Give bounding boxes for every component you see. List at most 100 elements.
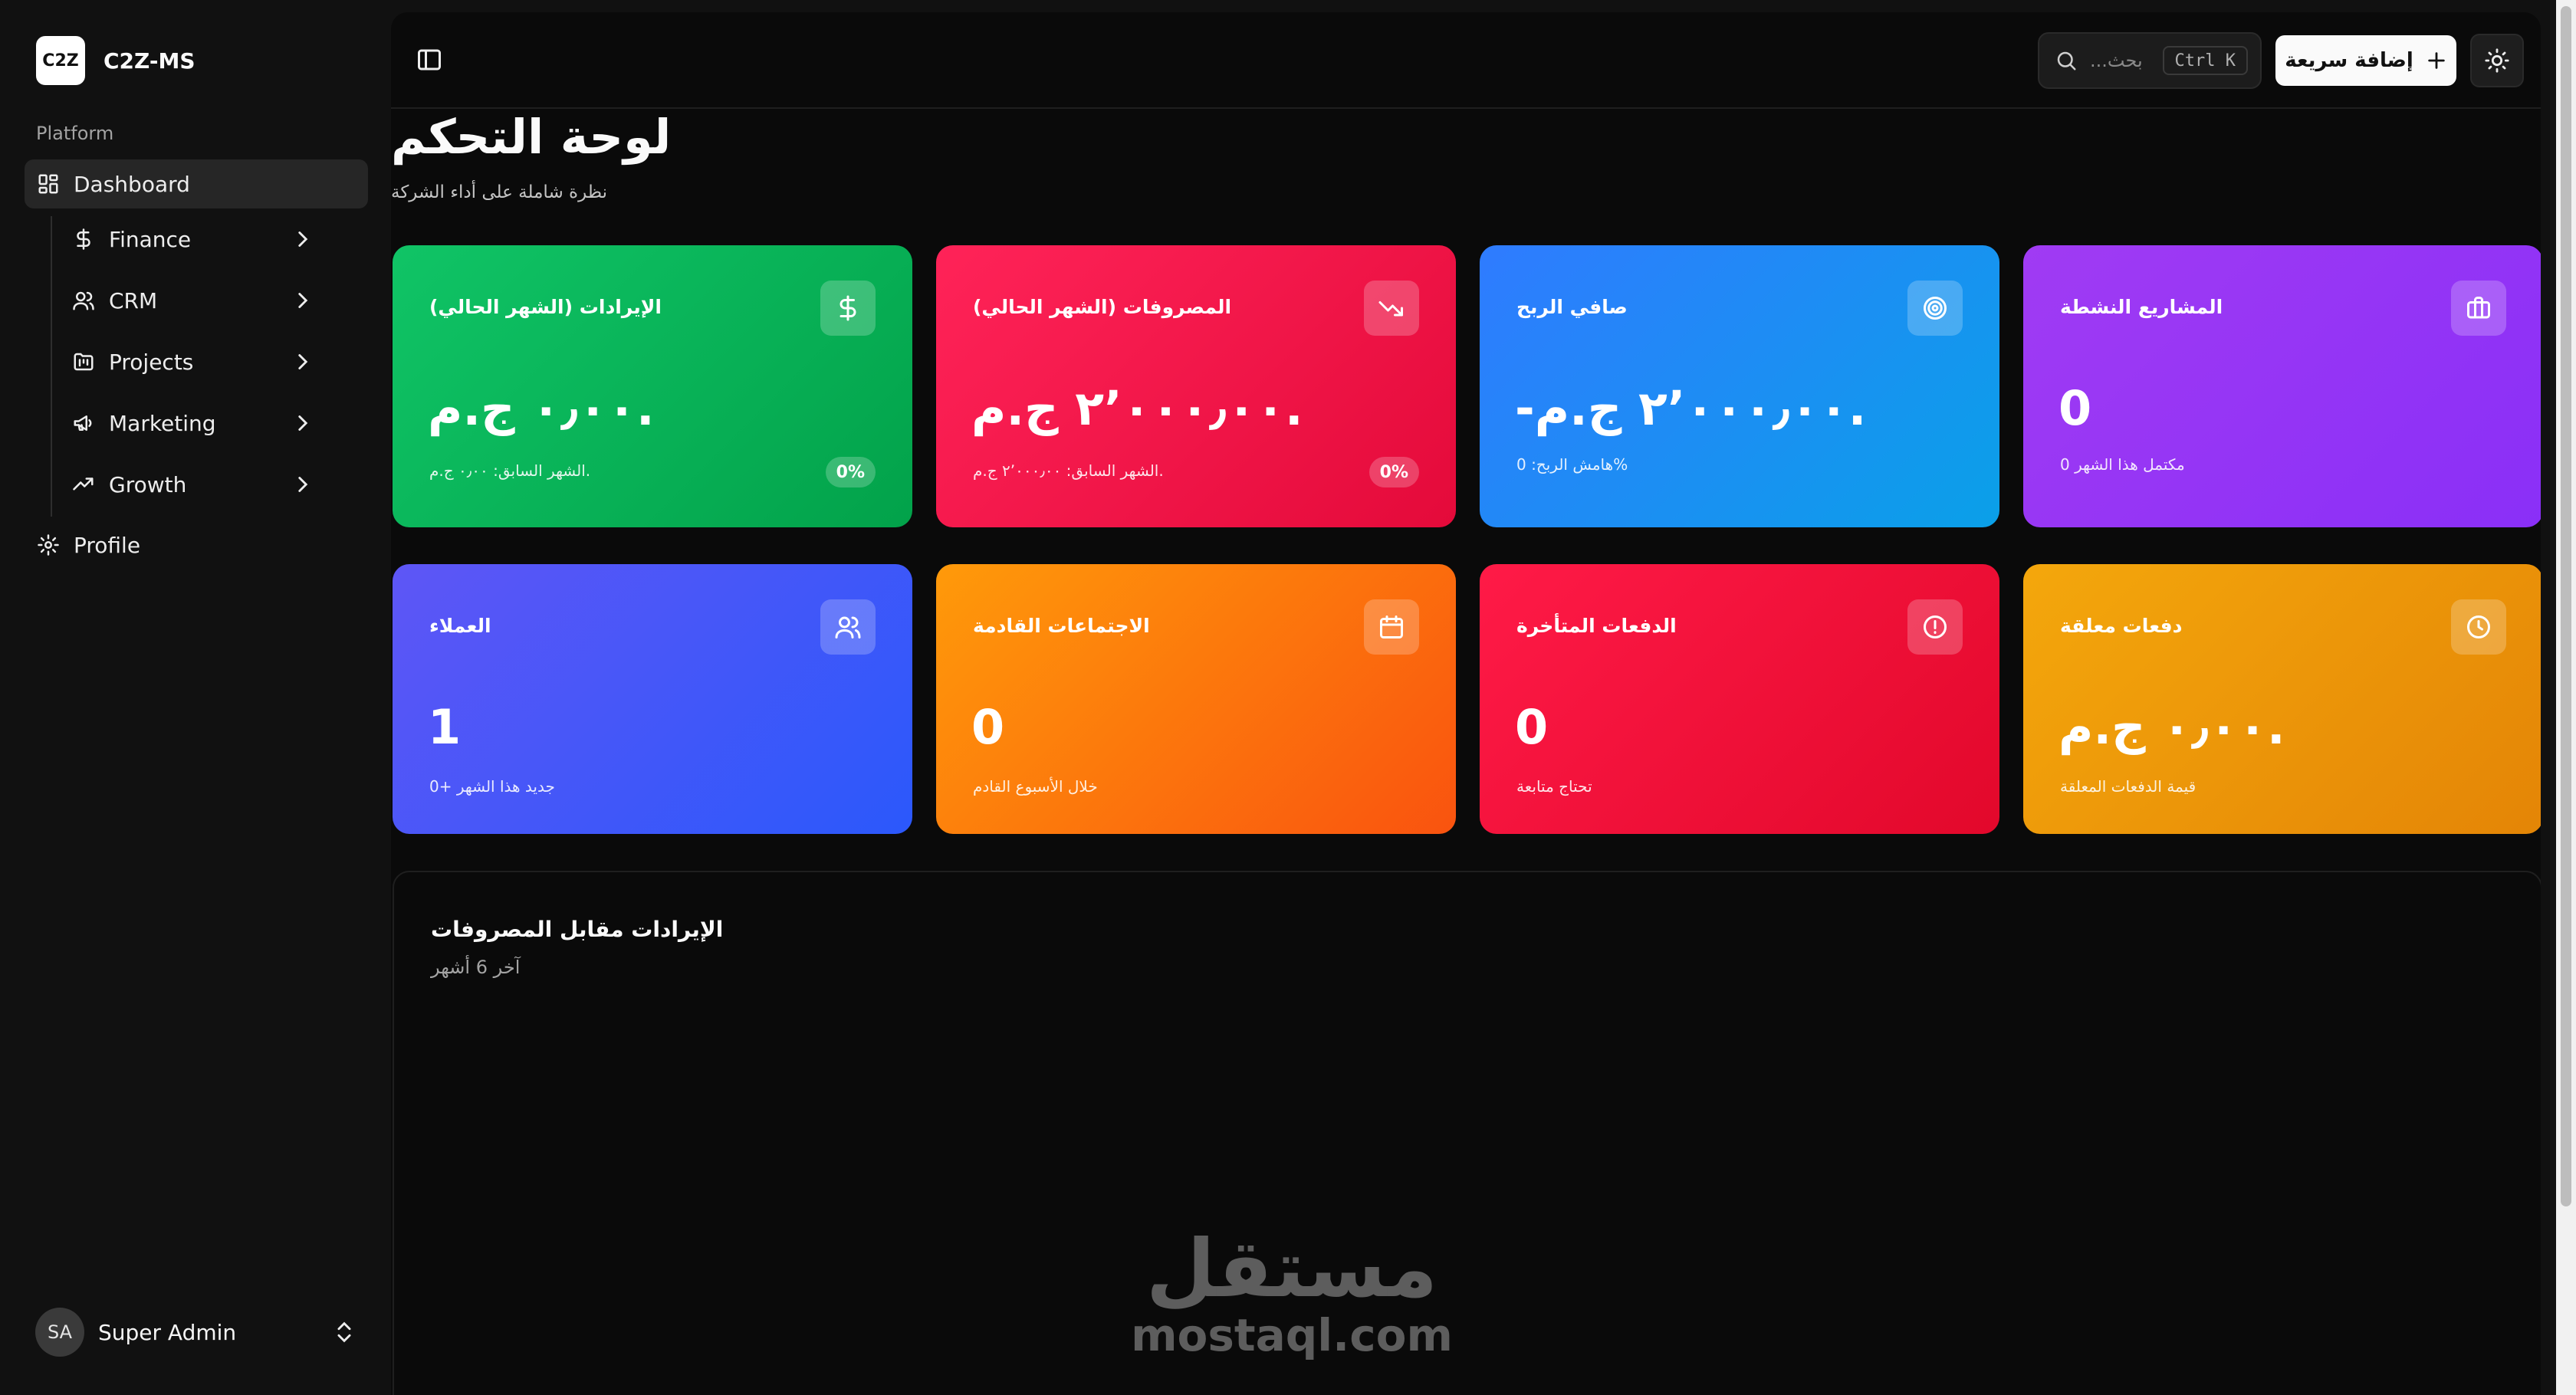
alert-circle-icon [1907,599,1963,655]
sun-icon [2484,48,2510,74]
card-value: ٠٫٠٠ ج.م. [2058,699,2285,755]
stat-card-net-profit[interactable]: صافي الربح -٢٬٠٠٠٫٠٠ ج.م. هامش الربح: 0% [1480,245,1999,527]
sidebar-item-label: Projects [109,349,194,375]
sidebar-item-profile[interactable]: Profile [35,520,140,569]
dashboard-grid-icon [35,171,61,197]
search-shortcut: Ctrl K [2162,46,2248,75]
user-name: Super Admin [98,1319,237,1345]
card-title: الدفعات المتأخرة [1516,615,1677,637]
stat-card-active-projects[interactable]: المشاريع النشطة 0 مكتمل هذا الشهر 0 [2023,245,2541,527]
sidebar-item-crm[interactable]: CRM [71,276,316,325]
card-value: 0 [2058,380,2094,436]
main-content: ...بحث Ctrl K إضافة سريعة لوحة التحكم نظ… [391,12,2541,1395]
trending-down-icon [1364,281,1419,336]
sidebar-item-label: Finance [109,226,192,252]
chevron-right-icon [290,226,316,252]
sidebar-group-label: Platform [36,123,114,144]
card-value: 1 [428,699,463,755]
page-title: لوحة التحكم [391,109,672,165]
card-value: -٢٬٠٠٠٫٠٠ ج.م. [1515,380,1867,436]
sidebar-item-label: Growth [109,471,187,497]
sidebar-item-label: CRM [109,287,158,313]
card-value: ٠٫٠٠ ج.م. [428,380,655,436]
folder-kanban-icon [71,349,97,375]
card-value: ٢٬٠٠٠٫٠٠ ج.م. [971,380,1303,436]
search-input[interactable]: ...بحث Ctrl K [2038,32,2262,89]
sidebar-item-growth[interactable]: Growth [71,460,316,509]
stat-card-expenses[interactable]: المصروفات (الشهر الحالي) ٢٬٠٠٠٫٠٠ ج.م. ا… [936,245,1456,527]
brand-logo: C2Z [36,36,85,85]
quick-add-button[interactable]: إضافة سريعة [2275,35,2456,86]
dollar-icon [820,281,876,336]
page-subtitle: نظرة شاملة على أداء الشركة [391,182,608,202]
sidebar-item-label: Marketing [109,410,216,436]
users-icon [71,287,97,313]
brand[interactable]: C2Z C2Z-MS [36,36,196,85]
chevron-right-icon [290,410,316,436]
card-title: الإيرادات (الشهر الحالي) [429,296,662,318]
sidebar-item-label: Dashboard [74,171,190,197]
card-note: الشهر السابق: ٠٫٠٠ ج.م. [429,461,591,480]
card-note: الشهر السابق: ٢٬٠٠٠٫٠٠ ج.م. [973,461,1164,480]
scrollbar-thumb[interactable] [2561,6,2571,1206]
chevron-right-icon [290,349,316,375]
chart-title: الإيرادات مقابل المصروفات [431,917,724,942]
sidebar-item-projects[interactable]: Projects [71,337,316,386]
card-note: قيمة الدفعات المعلقة [2060,777,2196,796]
sidebar: C2Z C2Z-MS Platform Dashboard Finance CR… [0,0,391,1395]
stat-card-clients[interactable]: العملاء 1 جديد هذا الشهر +0 [393,564,912,834]
quick-add-label: إضافة سريعة [2285,49,2413,72]
stat-card-revenue[interactable]: الإيرادات (الشهر الحالي) ٠٫٠٠ ج.م. الشهر… [393,245,912,527]
search-placeholder: ...بحث [2090,50,2143,71]
card-note: تحتاج متابعة [1516,777,1592,796]
sidebar-item-marketing[interactable]: Marketing [71,399,316,448]
sidebar-subnav-line [51,216,52,517]
page-scrollbar[interactable] [2556,0,2576,1395]
card-title: صافي الربح [1516,296,1628,318]
sidebar-item-dashboard[interactable]: Dashboard [25,159,368,208]
chevron-right-icon [290,287,316,313]
card-note: هامش الربح: 0% [1516,455,1628,474]
card-title: دفعات معلقة [2060,615,2183,637]
chart-subtitle: آخر 6 أشهر [431,957,521,978]
change-badge: 0% [825,457,876,487]
theme-toggle-button[interactable] [2470,34,2524,87]
change-badge: 0% [1368,457,1419,487]
stat-card-upcoming-meetings[interactable]: الاجتماعات القادمة 0 خلال الأسبوع القادم [936,564,1456,834]
trending-up-icon [71,471,97,497]
watermark-arabic: مستقل [1145,1222,1438,1315]
card-note: خلال الأسبوع القادم [973,777,1098,796]
stat-card-overdue-payments[interactable]: الدفعات المتأخرة 0 تحتاج متابعة [1480,564,1999,834]
brand-name: C2Z-MS [104,48,196,74]
target-icon [1907,281,1963,336]
clock-icon [2451,599,2506,655]
card-title: الاجتماعات القادمة [973,615,1150,637]
card-value: 0 [1515,699,1550,755]
gear-icon [35,532,61,558]
user-menu[interactable]: SA Super Admin [35,1308,357,1357]
plus-icon [2426,50,2447,71]
topbar: ...بحث Ctrl K إضافة سريعة [391,12,2541,109]
sidebar-item-label: Profile [74,532,141,558]
avatar: SA [35,1308,84,1357]
chevrons-up-down-icon [331,1319,357,1345]
sidebar-toggle-icon[interactable] [416,46,443,74]
calendar-icon [1364,599,1419,655]
card-value: 0 [971,699,1007,755]
megaphone-icon [71,410,97,436]
watermark-url: mostaql.com [1131,1309,1453,1361]
users-icon [820,599,876,655]
card-title: المشاريع النشطة [2060,296,2223,318]
briefcase-icon [2451,281,2506,336]
card-note: مكتمل هذا الشهر 0 [2060,455,2185,474]
card-note: جديد هذا الشهر +0 [429,777,555,796]
dollar-icon [71,226,97,252]
watermark: مستقل mostaql.com [1131,1226,1453,1360]
card-title: العملاء [429,615,491,637]
card-title: المصروفات (الشهر الحالي) [973,296,1232,318]
stat-card-pending-payments[interactable]: دفعات معلقة ٠٫٠٠ ج.م. قيمة الدفعات المعل… [2023,564,2541,834]
revenue-vs-expenses-chart: الإيرادات مقابل المصروفات آخر 6 أشهر [393,871,2541,1395]
search-icon [2055,49,2078,72]
chevron-right-icon [290,471,316,497]
sidebar-item-finance[interactable]: Finance [71,215,316,264]
